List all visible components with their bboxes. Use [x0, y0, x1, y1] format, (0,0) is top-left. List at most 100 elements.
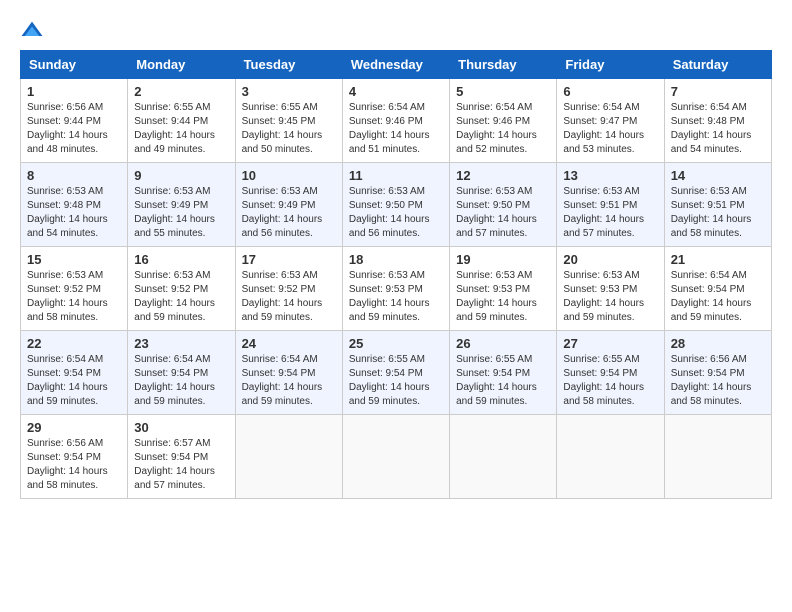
weekday-header-sunday: Sunday	[21, 51, 128, 79]
day-number: 3	[242, 84, 336, 99]
daylight-label: Daylight: 14 hours	[456, 213, 550, 227]
day-number: 22	[27, 336, 121, 351]
daylight-label: Daylight: 14 hours	[563, 381, 657, 395]
calendar-cell: 21Sunrise: 6:54 AMSunset: 9:54 PMDayligh…	[664, 247, 771, 331]
sunset-text: Sunset: 9:46 PM	[349, 115, 443, 129]
sunrise-text: Sunrise: 6:54 AM	[242, 353, 336, 367]
daylight-label: Daylight: 14 hours	[242, 381, 336, 395]
daylight-label: Daylight: 14 hours	[563, 129, 657, 143]
calendar-cell: 27Sunrise: 6:55 AMSunset: 9:54 PMDayligh…	[557, 331, 664, 415]
daylight-label: Daylight: 14 hours	[27, 465, 121, 479]
sunset-text: Sunset: 9:47 PM	[563, 115, 657, 129]
calendar-cell	[450, 415, 557, 499]
daylight-minutes: and 48 minutes.	[27, 143, 121, 157]
sunset-text: Sunset: 9:54 PM	[27, 367, 121, 381]
sunset-text: Sunset: 9:54 PM	[134, 367, 228, 381]
calendar-cell: 8Sunrise: 6:53 AMSunset: 9:48 PMDaylight…	[21, 163, 128, 247]
daylight-minutes: and 52 minutes.	[456, 143, 550, 157]
daylight-label: Daylight: 14 hours	[27, 129, 121, 143]
sunrise-text: Sunrise: 6:55 AM	[456, 353, 550, 367]
daylight-label: Daylight: 14 hours	[349, 381, 443, 395]
day-info: Sunrise: 6:56 AMSunset: 9:54 PMDaylight:…	[671, 353, 765, 409]
daylight-minutes: and 59 minutes.	[349, 311, 443, 325]
weekday-header-friday: Friday	[557, 51, 664, 79]
sunrise-text: Sunrise: 6:53 AM	[349, 269, 443, 283]
daylight-minutes: and 51 minutes.	[349, 143, 443, 157]
daylight-minutes: and 58 minutes.	[671, 395, 765, 409]
day-info: Sunrise: 6:55 AMSunset: 9:54 PMDaylight:…	[349, 353, 443, 409]
sunrise-text: Sunrise: 6:55 AM	[349, 353, 443, 367]
sunrise-text: Sunrise: 6:53 AM	[134, 269, 228, 283]
day-info: Sunrise: 6:53 AMSunset: 9:49 PMDaylight:…	[134, 185, 228, 241]
sunset-text: Sunset: 9:52 PM	[242, 283, 336, 297]
day-info: Sunrise: 6:57 AMSunset: 9:54 PMDaylight:…	[134, 437, 228, 493]
calendar-week-2: 8Sunrise: 6:53 AMSunset: 9:48 PMDaylight…	[21, 163, 772, 247]
day-number: 27	[563, 336, 657, 351]
daylight-label: Daylight: 14 hours	[671, 129, 765, 143]
calendar-cell: 25 Sunrise: 6:55 AMSunset: 9:54 PMDayligh…	[342, 331, 449, 415]
calendar-cell: 4 Sunrise: 6:54 AMSunset: 9:46 PMDaylight…	[342, 79, 449, 163]
calendar-cell: 28Sunrise: 6:56 AMSunset: 9:54 PMDayligh…	[664, 331, 771, 415]
day-number: 26	[456, 336, 550, 351]
day-number: 1	[27, 84, 121, 99]
sunrise-text: Sunrise: 6:53 AM	[242, 269, 336, 283]
calendar-cell: 29Sunrise: 6:56 AMSunset: 9:54 PMDayligh…	[21, 415, 128, 499]
daylight-minutes: and 57 minutes.	[456, 227, 550, 241]
sunset-text: Sunset: 9:54 PM	[563, 367, 657, 381]
calendar-cell: 7Sunrise: 6:54 AMSunset: 9:48 PMDaylight…	[664, 79, 771, 163]
sunrise-text: Sunrise: 6:55 AM	[242, 101, 336, 115]
logo-icon	[20, 20, 44, 40]
daylight-label: Daylight: 14 hours	[456, 381, 550, 395]
sunset-text: Sunset: 9:54 PM	[242, 367, 336, 381]
day-number: 4	[349, 84, 443, 99]
day-number: 30	[134, 420, 228, 435]
weekday-header-thursday: Thursday	[450, 51, 557, 79]
day-info: Sunrise: 6:53 AMSunset: 9:52 PMDaylight:…	[242, 269, 336, 325]
calendar-cell: 11 Sunrise: 6:53 AMSunset: 9:50 PMDayligh…	[342, 163, 449, 247]
day-info: Sunrise: 6:55 AMSunset: 9:45 PMDaylight:…	[242, 101, 336, 157]
daylight-label: Daylight: 14 hours	[242, 129, 336, 143]
sunrise-text: Sunrise: 6:54 AM	[671, 269, 765, 283]
daylight-minutes: and 54 minutes.	[671, 143, 765, 157]
sunset-text: Sunset: 9:50 PM	[456, 199, 550, 213]
calendar-cell: 23Sunrise: 6:54 AMSunset: 9:54 PMDayligh…	[128, 331, 235, 415]
day-info: Sunrise: 6:53 AMSunset: 9:50 PMDaylight:…	[349, 185, 443, 241]
weekday-header-wednesday: Wednesday	[342, 51, 449, 79]
sunrise-text: Sunrise: 6:53 AM	[349, 185, 443, 199]
day-number: 25	[349, 336, 443, 351]
day-number: 20	[563, 252, 657, 267]
day-number: 21	[671, 252, 765, 267]
day-info: Sunrise: 6:55 AMSunset: 9:44 PMDaylight:…	[134, 101, 228, 157]
daylight-minutes: and 58 minutes.	[671, 227, 765, 241]
calendar-cell: 30 Sunrise: 6:57 AMSunset: 9:54 PMDayligh…	[128, 415, 235, 499]
day-info: Sunrise: 6:53 AMSunset: 9:52 PMDaylight:…	[134, 269, 228, 325]
day-info: Sunrise: 6:54 AMSunset: 9:46 PMDaylight:…	[349, 101, 443, 157]
calendar-body: 1 Sunrise: 6:56 AM Sunset: 9:44 PM Daylight…	[21, 79, 772, 499]
sunset-text: Sunset: 9:44 PM	[134, 115, 228, 129]
sunset-text: Sunset: 9:54 PM	[134, 451, 228, 465]
weekday-header-tuesday: Tuesday	[235, 51, 342, 79]
sunset-text: Sunset: 9:48 PM	[671, 115, 765, 129]
daylight-minutes: and 55 minutes.	[134, 227, 228, 241]
daylight-label: Daylight: 14 hours	[27, 297, 121, 311]
sunrise-text: Sunrise: 6:53 AM	[563, 185, 657, 199]
day-info: Sunrise: 6:54 AMSunset: 9:54 PMDaylight:…	[134, 353, 228, 409]
sunset-text: Sunset: 9:52 PM	[134, 283, 228, 297]
daylight-label: Daylight: 14 hours	[134, 297, 228, 311]
daylight-minutes: and 59 minutes.	[242, 395, 336, 409]
calendar-cell	[342, 415, 449, 499]
daylight-minutes: and 50 minutes.	[242, 143, 336, 157]
sunset-text: Sunset: 9:49 PM	[242, 199, 336, 213]
sunrise-text: Sunrise: 6:56 AM	[27, 101, 121, 115]
sunset-text: Sunset: 9:45 PM	[242, 115, 336, 129]
day-info: Sunrise: 6:53 AMSunset: 9:51 PMDaylight:…	[563, 185, 657, 241]
sunrise-text: Sunrise: 6:54 AM	[456, 101, 550, 115]
day-number: 11	[349, 168, 443, 183]
daylight-label: Daylight: 14 hours	[134, 465, 228, 479]
day-number: 18	[349, 252, 443, 267]
daylight-minutes: and 56 minutes.	[242, 227, 336, 241]
day-number: 7	[671, 84, 765, 99]
calendar-cell: 10Sunrise: 6:53 AMSunset: 9:49 PMDayligh…	[235, 163, 342, 247]
sunrise-text: Sunrise: 6:57 AM	[134, 437, 228, 451]
calendar-cell: 24Sunrise: 6:54 AMSunset: 9:54 PMDayligh…	[235, 331, 342, 415]
